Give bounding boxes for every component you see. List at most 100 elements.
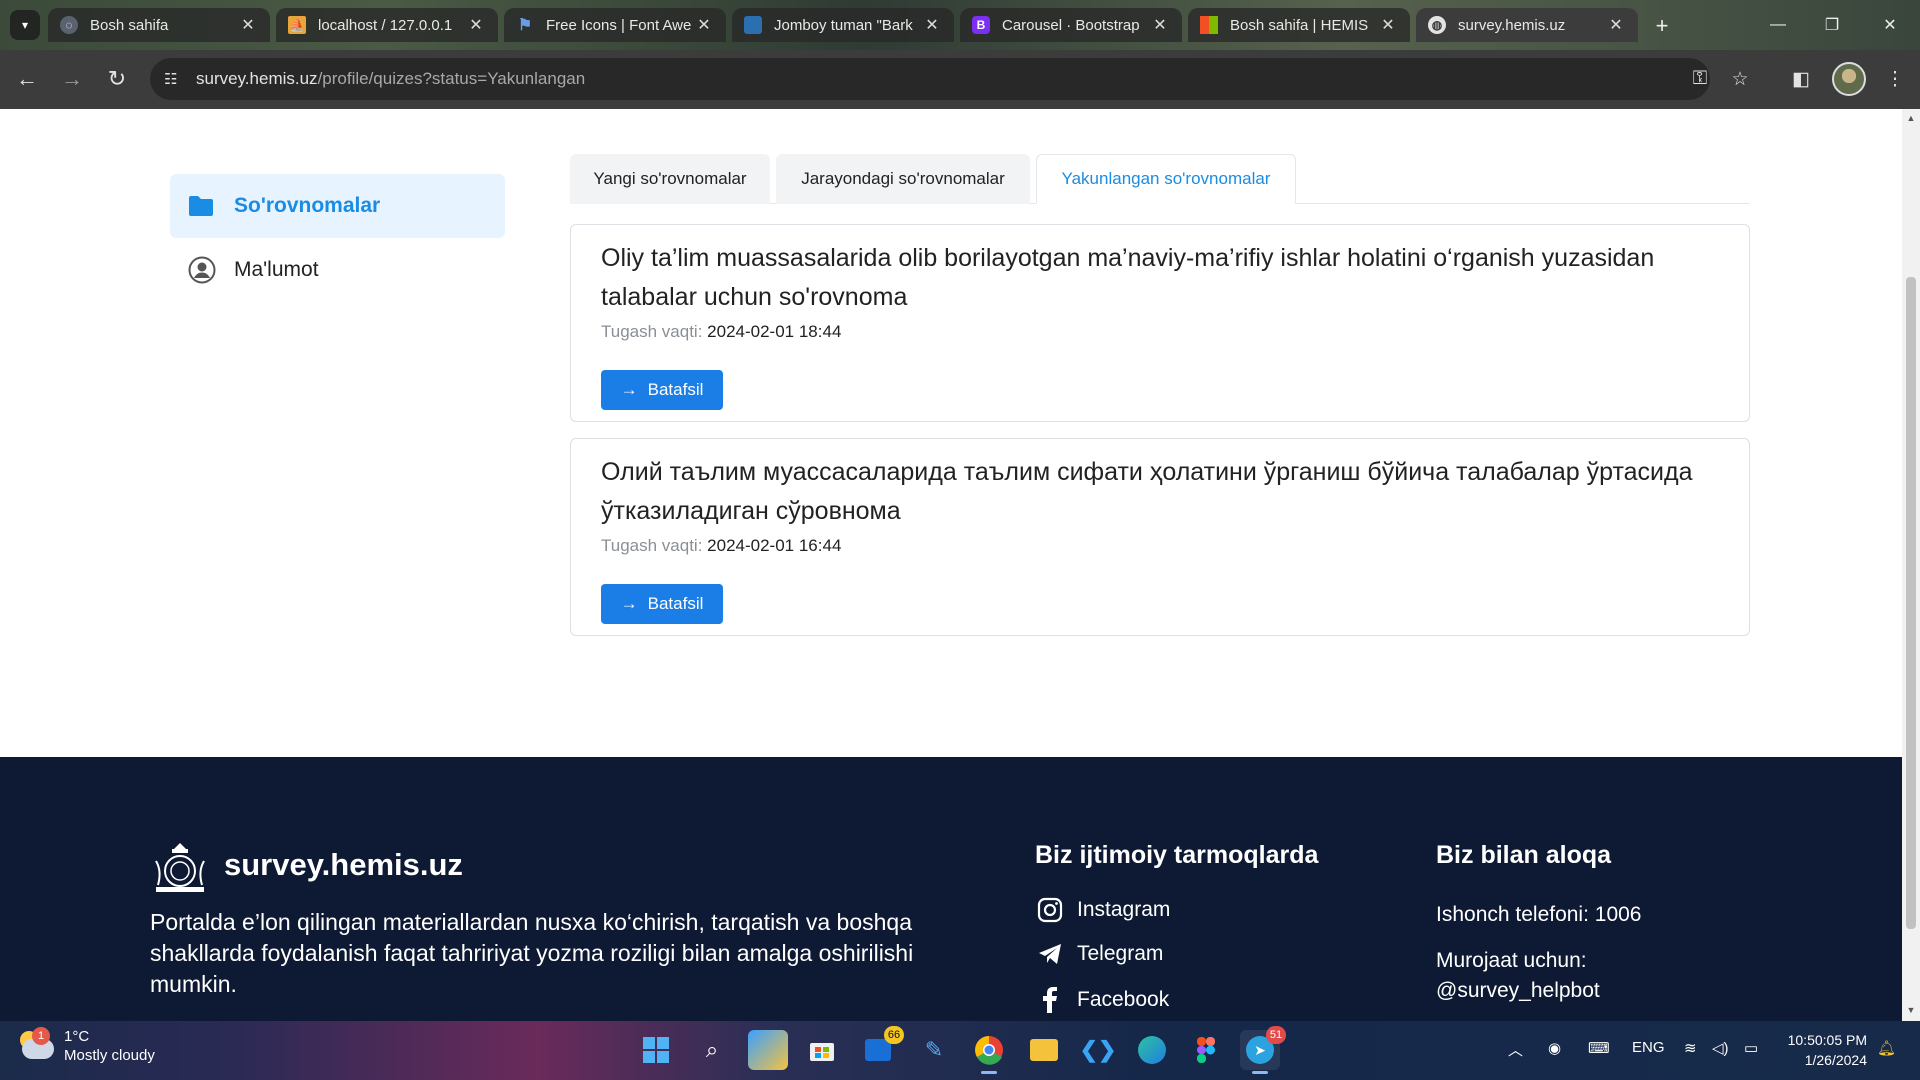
scrollbar-thumb[interactable] <box>1906 277 1916 929</box>
outlook-app-icon[interactable]: 66 <box>858 1026 904 1070</box>
tab-new-surveys[interactable]: Yangi so'rovnomalar <box>570 154 770 204</box>
survey-card: Oliy ta’lim muassasalarida olib borilayo… <box>570 224 1750 422</box>
hemis-logo-icon <box>150 841 210 895</box>
user-circle-icon <box>188 256 216 284</box>
vscode-icon[interactable]: ❮❯ <box>1078 1030 1118 1070</box>
windows-taskbar: 1 1°C Mostly cloudy ⌕ 66 ✎ ❮❯ ➤ 51 ︿ ◉ ⌨… <box>0 1021 1920 1080</box>
social-heading: Biz ijtimoiy tarmoqlarda <box>1035 841 1319 869</box>
survey-title: Олий таълим муассасаларида таълим сифати… <box>601 458 1693 525</box>
close-tab-icon[interactable]: ✕ <box>694 15 714 35</box>
tab-finished-surveys[interactable]: Yakunlangan so'rovnomalar <box>1036 154 1296 204</box>
password-key-icon[interactable]: ⚿ <box>1685 64 1715 94</box>
notification-bell-icon[interactable]: 🔔︎ <box>1877 1039 1896 1057</box>
edge-icon[interactable] <box>1132 1030 1172 1070</box>
browser-tab[interactable]: B Carousel · Bootstrap ✕ <box>960 8 1182 42</box>
appeal-handle-link[interactable]: @survey_helpbot <box>1436 976 1600 1006</box>
battery-icon[interactable]: ▭ <box>1744 1039 1758 1057</box>
file-explorer-icon[interactable] <box>1024 1030 1064 1070</box>
figma-icon[interactable] <box>1186 1030 1226 1070</box>
pen-app-icon[interactable]: ✎ <box>914 1030 954 1070</box>
close-tab-icon[interactable]: ✕ <box>1606 15 1626 35</box>
contact-heading: Biz bilan aloqa <box>1436 841 1612 869</box>
wifi-icon[interactable]: ≋ <box>1684 1039 1697 1057</box>
keyboard-icon[interactable]: ⌨ <box>1588 1039 1610 1057</box>
browser-tab[interactable]: ◌ Bosh sahifa ✕ <box>48 8 270 42</box>
menu-kebab-icon[interactable]: ⋮ <box>1880 64 1910 94</box>
volume-icon[interactable]: ◁) <box>1712 1039 1729 1057</box>
window-close-icon[interactable]: ✕ <box>1870 12 1910 38</box>
side-panel-icon[interactable]: ◧ <box>1786 64 1816 94</box>
cloudy-weather-icon: 1 <box>18 1027 58 1063</box>
folder-icon <box>188 195 216 217</box>
new-tab-button[interactable]: + <box>1648 12 1676 40</box>
address-bar[interactable]: ☷ survey.hemis.uz/profile/quizes?status=… <box>150 58 1710 100</box>
quiz-status-tabs: Yangi so'rovnomalar Jarayondagi so'rovno… <box>570 154 1750 204</box>
microsoft-store-icon[interactable] <box>802 1030 842 1070</box>
tab-ongoing-surveys[interactable]: Jarayondagi so'rovnomalar <box>776 154 1030 204</box>
close-tab-icon[interactable]: ✕ <box>1378 15 1398 35</box>
tray-overflow-icon[interactable]: ︿ <box>1508 1039 1523 1060</box>
arrow-right-icon: → <box>620 594 638 613</box>
bootstrap-icon: B <box>972 16 990 34</box>
tab-search-button[interactable]: ▾ <box>10 10 40 40</box>
back-icon[interactable]: ← <box>12 64 42 94</box>
browser-toolbar: ← → ↻ ☷ survey.hemis.uz/profile/quizes?s… <box>0 50 1920 109</box>
language-indicator[interactable]: ENG <box>1632 1039 1665 1056</box>
footer-disclaimer: Portalda e’lon qilingan materiallardan n… <box>150 909 914 997</box>
site-info-icon[interactable]: ☷ <box>164 70 186 88</box>
color-wheel-icon[interactable]: ◉ <box>1548 1039 1561 1057</box>
close-tab-icon[interactable]: ✕ <box>1150 15 1170 35</box>
scroll-up-icon[interactable]: ▲ <box>1902 113 1920 123</box>
instagram-link[interactable]: Instagram <box>1035 897 1170 923</box>
reload-icon[interactable]: ↻ <box>102 64 132 94</box>
weather-widget[interactable]: 1 1°C Mostly cloudy <box>18 1027 155 1065</box>
details-button[interactable]: → Batafsil <box>601 584 723 624</box>
microsoft-icon <box>1200 16 1218 34</box>
scroll-down-icon[interactable]: ▼ <box>1902 1005 1920 1015</box>
windows-start-icon[interactable] <box>636 1030 676 1070</box>
widgets-app-icon[interactable] <box>748 1030 788 1070</box>
site-footer: survey.hemis.uz Portalda e’lon qilingan … <box>0 757 1902 1021</box>
search-icon[interactable]: ⌕ <box>692 1030 732 1070</box>
close-tab-icon[interactable]: ✕ <box>238 15 258 35</box>
sidebar-item-surveys[interactable]: So'rovnomalar <box>170 174 505 238</box>
notification-badge: 51 <box>1266 1026 1286 1044</box>
browser-tab-strip: ▾ ◌ Bosh sahifa ✕ ⛵ localhost / 127.0.0.… <box>0 0 1920 50</box>
bookmark-star-icon[interactable]: ☆ <box>1725 64 1755 94</box>
flag-icon: ⚑ <box>517 17 533 34</box>
facebook-icon <box>1035 987 1065 1013</box>
survey-card: Олий таълим муассасаларида таълим сифати… <box>570 438 1750 636</box>
page-scrollbar[interactable]: ▲ ▼ <box>1902 109 1920 1021</box>
browser-tab[interactable]: Jomboy tuman "Bark ✕ <box>732 8 954 42</box>
survey-deadline: Tugash vaqti: 2024-02-01 16:44 <box>601 536 842 555</box>
phpmyadmin-icon: ⛵ <box>288 16 306 34</box>
survey-title: Oliy ta’lim muassasalarida olib borilayo… <box>601 244 1655 311</box>
chrome-app-icon[interactable] <box>969 1030 1009 1074</box>
notification-badge: 66 <box>884 1026 904 1044</box>
sidebar-item-label: Ma'lumot <box>234 258 319 281</box>
restore-icon[interactable]: ❐ <box>1812 12 1852 38</box>
chrome-icon: ◌ <box>60 16 78 34</box>
profile-avatar[interactable] <box>1832 62 1866 96</box>
browser-tab[interactable]: Bosh sahifa | HEMIS ✕ <box>1188 8 1410 42</box>
hotline-text: Ishonch telefoni: 1006 <box>1436 903 1642 926</box>
close-tab-icon[interactable]: ✕ <box>922 15 942 35</box>
minimize-icon[interactable]: — <box>1758 12 1798 38</box>
globe-icon: ◍ <box>1428 16 1446 34</box>
sidebar-item-info[interactable]: Ma'lumot <box>170 238 505 302</box>
browser-tab[interactable]: ⛵ localhost / 127.0.0.1 ✕ <box>276 8 498 42</box>
telegram-link[interactable]: Telegram <box>1035 942 1163 966</box>
weather-temperature: 1°C <box>64 1028 90 1045</box>
browser-tab[interactable]: ⚑ Free Icons | Font Awe ✕ <box>504 8 726 42</box>
system-clock[interactable]: 10:50:05 PM 1/26/2024 <box>1783 1030 1867 1070</box>
forward-icon[interactable]: → <box>57 64 87 94</box>
footer-brand[interactable]: survey.hemis.uz <box>224 847 463 883</box>
telegram-app-icon[interactable]: ➤ 51 <box>1240 1026 1286 1074</box>
sidebar-item-label: So'rovnomalar <box>234 194 381 217</box>
telegram-icon <box>1035 943 1065 965</box>
details-button[interactable]: → Batafsil <box>601 370 723 410</box>
close-tab-icon[interactable]: ✕ <box>466 15 486 35</box>
url-text[interactable]: survey.hemis.uz/profile/quizes?status=Ya… <box>196 69 585 89</box>
browser-tab-active[interactable]: ◍ survey.hemis.uz ✕ <box>1416 8 1638 42</box>
facebook-link[interactable]: Facebook <box>1035 987 1169 1013</box>
